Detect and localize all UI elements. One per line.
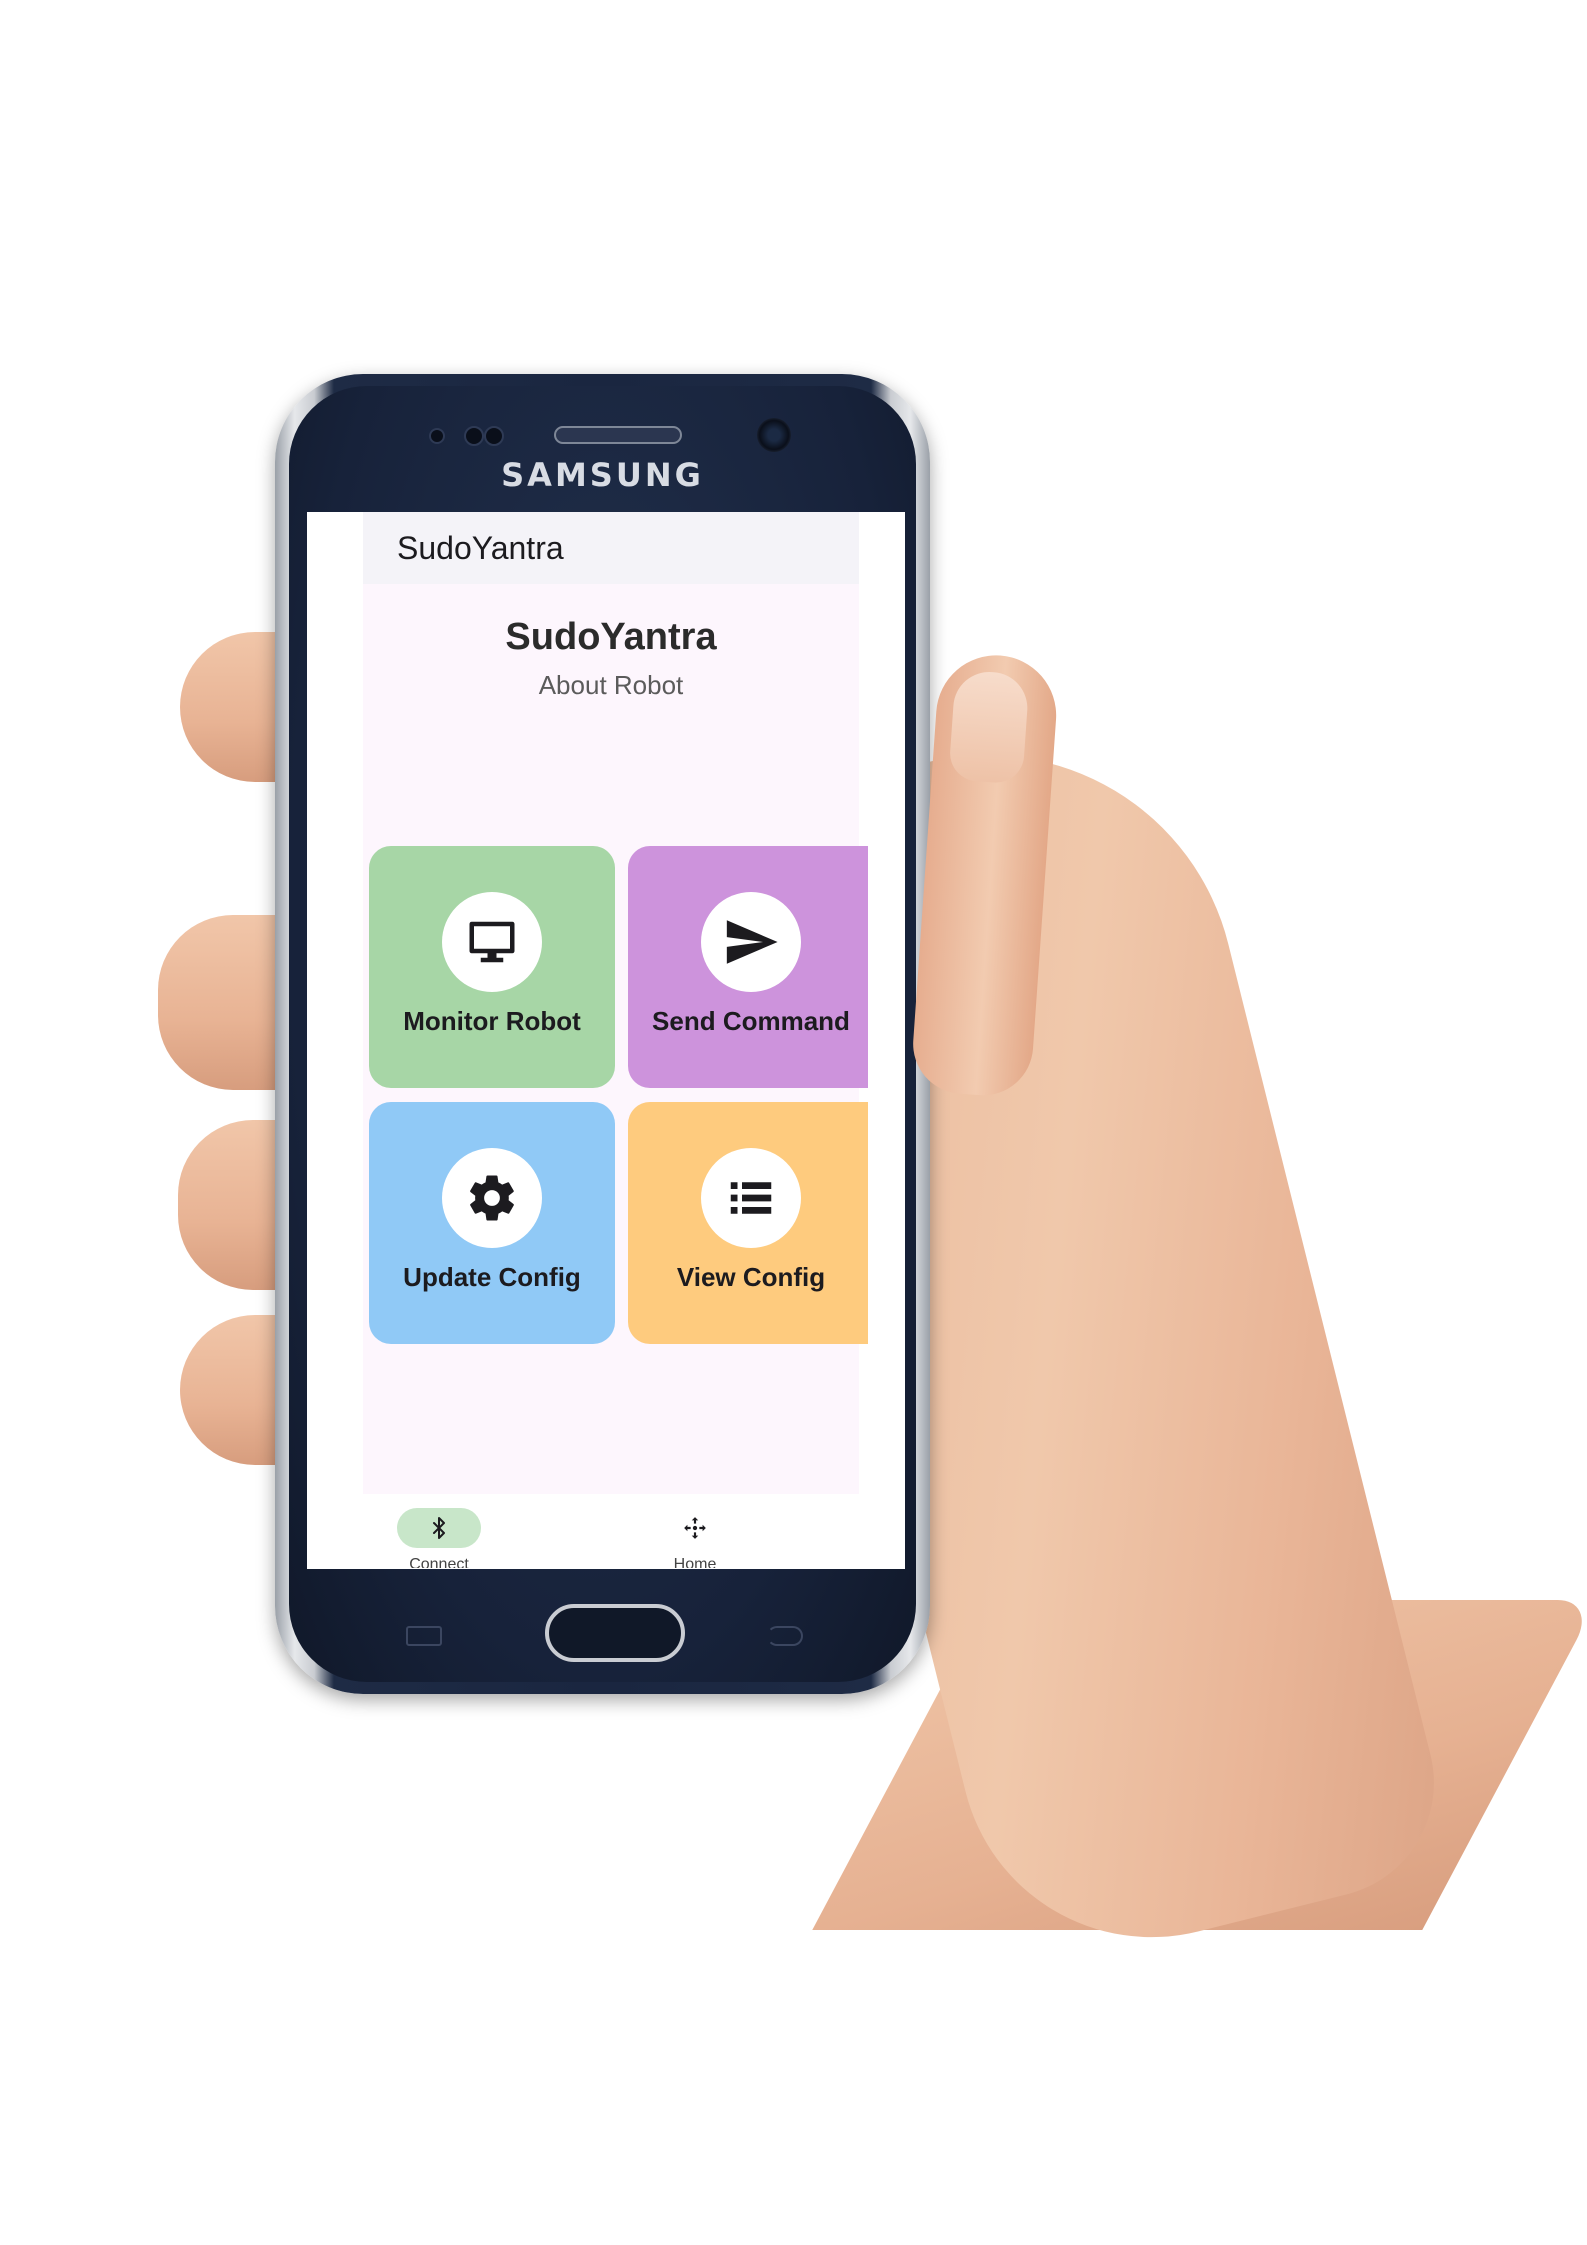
- send-icon: [701, 892, 801, 992]
- list-icon: [701, 1148, 801, 1248]
- back-key[interactable]: [767, 1626, 803, 1646]
- send-command-tile[interactable]: Send Command: [628, 846, 868, 1088]
- app-container: SudoYantra SudoYantra About Robot Monito…: [363, 512, 868, 1494]
- home-hardware-button[interactable]: [545, 1604, 685, 1662]
- update-config-tile[interactable]: Update Config: [369, 1102, 615, 1344]
- app-bar-title: SudoYantra: [397, 530, 564, 566]
- front-camera: [757, 418, 791, 452]
- light-sensor: [464, 426, 484, 446]
- nav-item-home[interactable]: Home: [605, 1494, 785, 1569]
- earpiece-speaker: [554, 426, 682, 444]
- page-background: SAMSUNG SudoYantra SudoYantra About Robo…: [0, 0, 1587, 2245]
- monitor-icon: [442, 892, 542, 992]
- nav-item-connect[interactable]: Connect: [349, 1494, 529, 1569]
- light-sensor: [484, 426, 504, 446]
- phone-screen: SudoYantra SudoYantra About Robot Monito…: [307, 512, 905, 1569]
- monitor-robot-tile[interactable]: Monitor Robot: [369, 846, 615, 1088]
- about-robot-link[interactable]: About Robot: [363, 670, 859, 701]
- proximity-sensor: [429, 428, 445, 444]
- phone-brand-logo: SAMSUNG: [501, 456, 704, 494]
- nav-label: Connect: [409, 1556, 469, 1568]
- recent-apps-key[interactable]: [406, 1626, 442, 1646]
- tile-label: Send Command: [652, 1006, 850, 1036]
- app-bar: SudoYantra: [363, 512, 859, 584]
- tile-label: Update Config: [403, 1262, 581, 1292]
- tile-label: Monitor Robot: [403, 1006, 581, 1036]
- thumb-nail: [948, 669, 1030, 785]
- page-title: SudoYantra: [505, 616, 717, 658]
- tile-label: View Config: [676, 1262, 826, 1292]
- bluetooth-icon: [397, 1508, 481, 1548]
- nav-label: Home: [673, 1556, 717, 1568]
- move-arrows-icon: [653, 1508, 737, 1548]
- view-config-tile[interactable]: View Config: [628, 1102, 868, 1344]
- gear-icon: [442, 1148, 542, 1248]
- bottom-navigation: Connect Home: [307, 1494, 905, 1569]
